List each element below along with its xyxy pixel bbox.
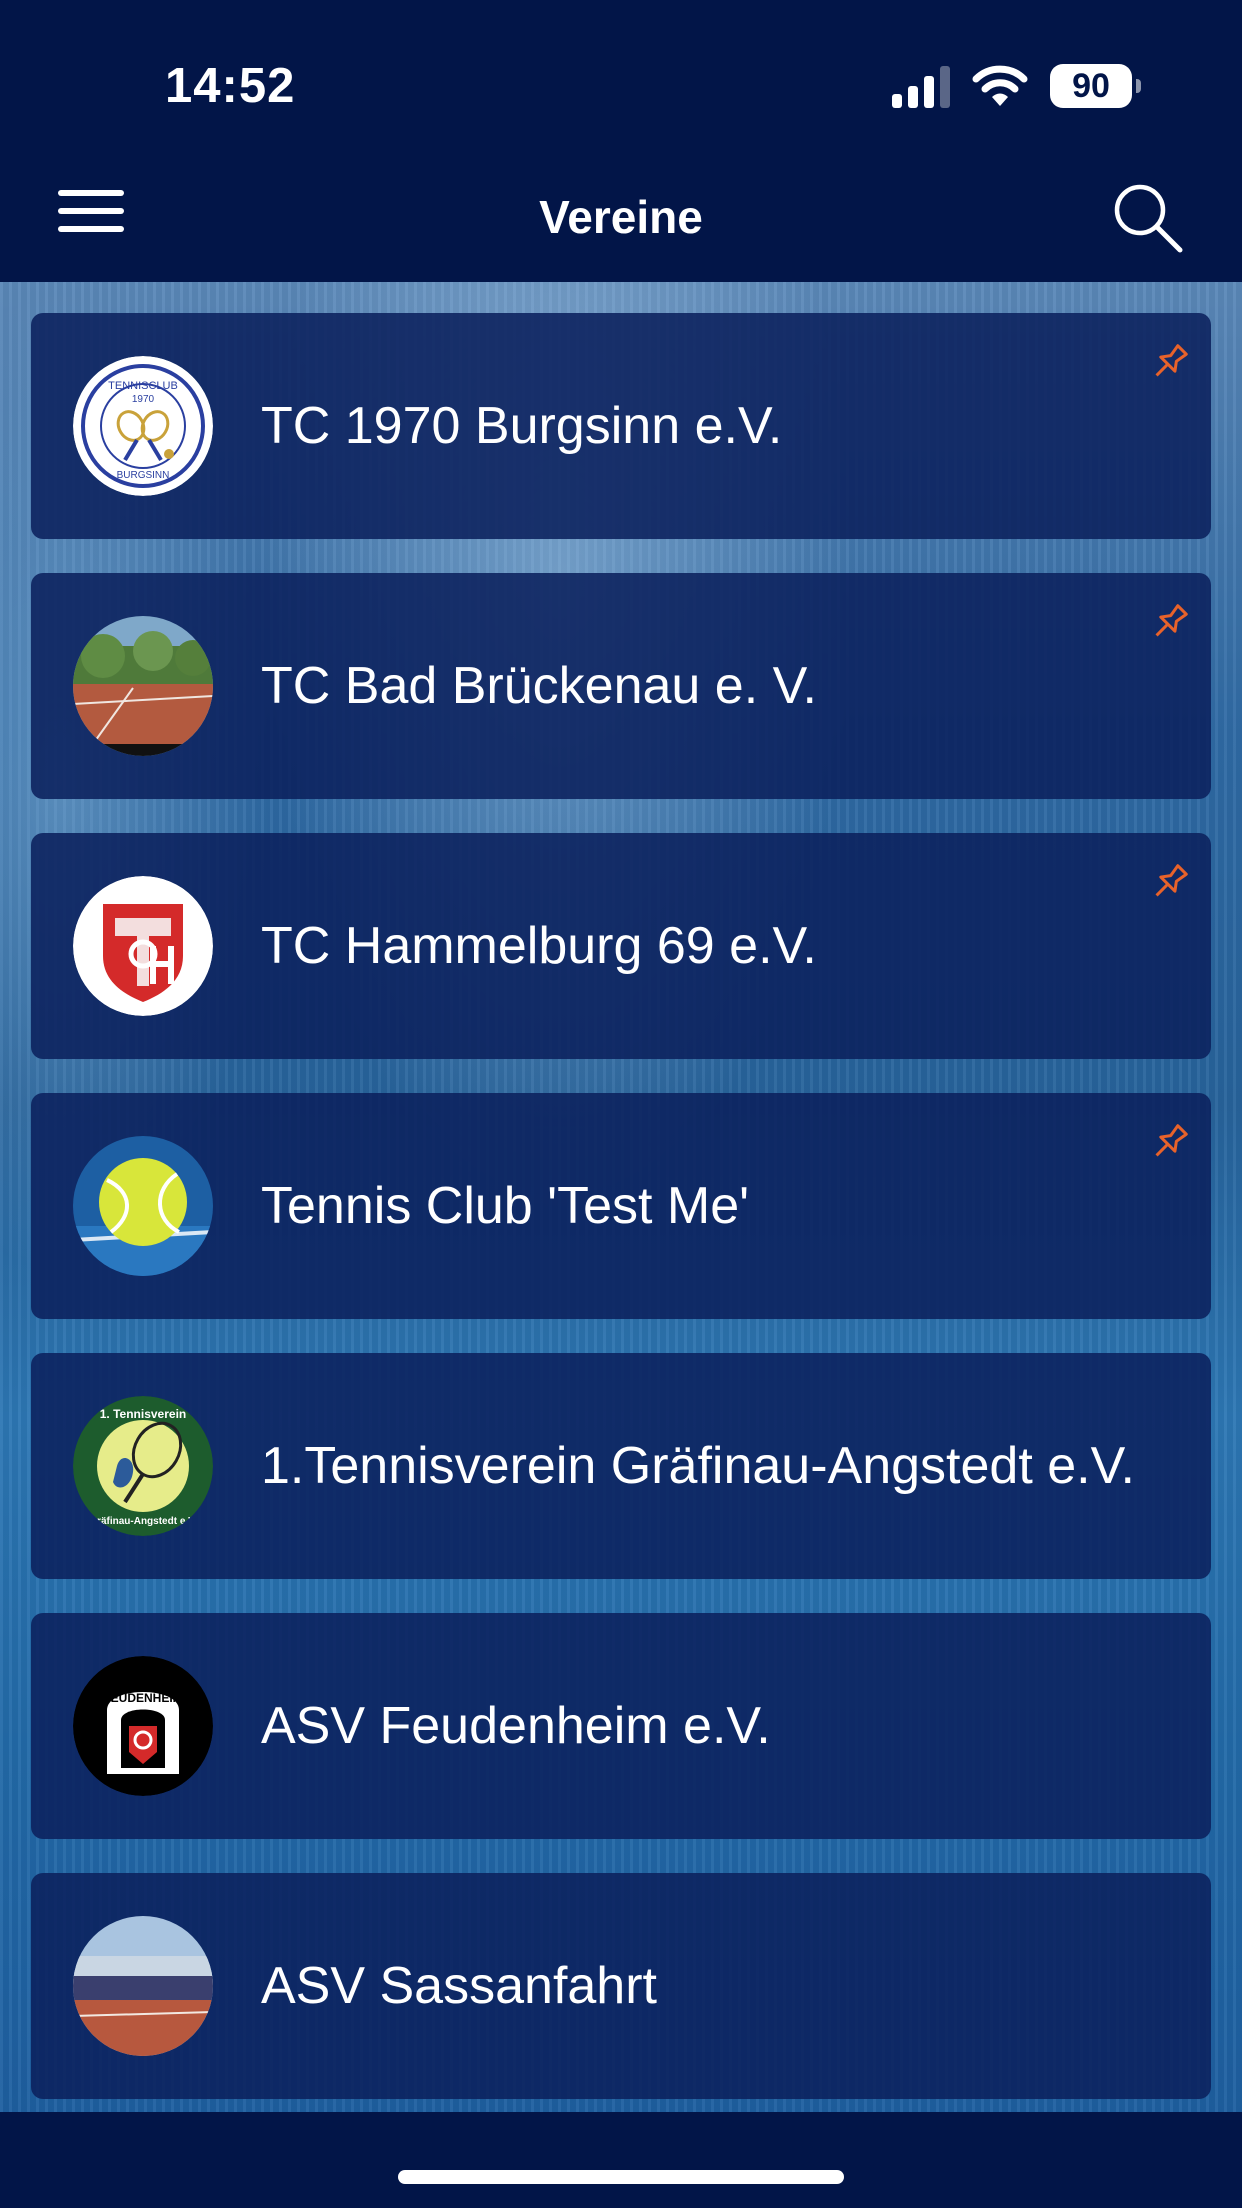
pin-icon[interactable] xyxy=(1149,341,1191,383)
club-card[interactable]: TC Bad Brückenau e. V. xyxy=(31,573,1211,799)
club-logo-test-me xyxy=(73,1136,213,1276)
svg-text:FEUDENHEIM: FEUDENHEIM xyxy=(103,1691,182,1705)
svg-text:1. Tennisverein: 1. Tennisverein xyxy=(100,1407,186,1421)
status-icons: 90 xyxy=(892,58,1141,114)
club-logo-bad-brueckenau xyxy=(73,616,213,756)
status-time: 14:52 xyxy=(165,59,296,113)
club-logo-feudenheim: FEUDENHEIM xyxy=(73,1656,213,1796)
pin-icon[interactable] xyxy=(1149,601,1191,643)
club-name: 1.Tennisverein Gräfinau-Angstedt e.V. xyxy=(261,1437,1135,1495)
club-logo-sassanfahrt xyxy=(73,1916,213,2056)
pin-icon[interactable] xyxy=(1149,861,1191,903)
svg-text:TENNISCLUB: TENNISCLUB xyxy=(108,380,178,392)
svg-text:BURGSINN: BURGSINN xyxy=(117,470,170,481)
home-indicator[interactable] xyxy=(398,2170,844,2184)
club-name: Tennis Club 'Test Me' xyxy=(261,1177,750,1235)
wifi-icon xyxy=(972,65,1028,106)
search-icon[interactable] xyxy=(1110,180,1186,256)
battery-indicator: 90 xyxy=(1050,64,1141,108)
bottom-bar xyxy=(0,2112,1242,2208)
club-name: TC Bad Brückenau e. V. xyxy=(261,657,817,715)
club-card[interactable]: TC Hammelburg 69 e.V. xyxy=(31,833,1211,1059)
club-name: TC 1970 Burgsinn e.V. xyxy=(261,397,783,455)
club-name: ASV Sassanfahrt xyxy=(261,1957,657,2015)
club-card[interactable]: 1. Tennisverein Gräfinau-Angstedt e.V. 1… xyxy=(31,1353,1211,1579)
page-title: Vereine xyxy=(539,191,703,243)
svg-text:1970: 1970 xyxy=(132,394,155,405)
pin-icon[interactable] xyxy=(1149,1121,1191,1163)
club-logo-hammelburg xyxy=(73,876,213,1016)
club-card[interactable]: Tennis Club 'Test Me' xyxy=(31,1093,1211,1319)
svg-text:Gräfinau-Angstedt e.V.: Gräfinau-Angstedt e.V. xyxy=(89,1516,197,1527)
club-name: ASV Feudenheim e.V. xyxy=(261,1697,771,1755)
top-bar: 14:52 90 Vereine xyxy=(0,0,1242,282)
club-card[interactable]: TENNISCLUB 1970 BURGSINN TC 1970 Burgsin… xyxy=(31,313,1211,539)
club-card[interactable]: ASV Sassanfahrt xyxy=(31,1873,1211,2099)
cellular-signal-icon xyxy=(892,64,950,108)
club-list[interactable]: TENNISCLUB 1970 BURGSINN TC 1970 Burgsin… xyxy=(0,282,1242,2112)
club-name: TC Hammelburg 69 e.V. xyxy=(261,917,817,975)
club-card[interactable]: FEUDENHEIM ASV Feudenheim e.V. xyxy=(31,1613,1211,1839)
club-logo-burgsinn: TENNISCLUB 1970 BURGSINN xyxy=(73,356,213,496)
club-logo-graefinau: 1. Tennisverein Gräfinau-Angstedt e.V. xyxy=(73,1396,213,1536)
